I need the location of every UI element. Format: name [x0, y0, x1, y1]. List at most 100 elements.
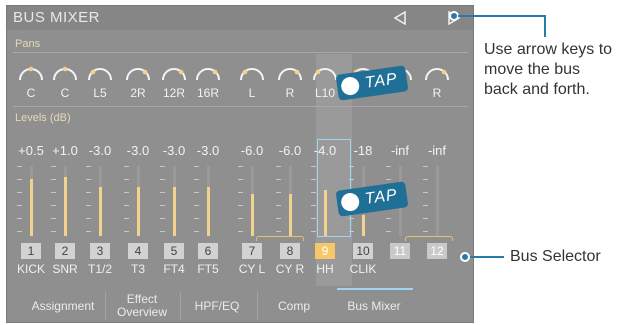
meter-tick [386, 231, 391, 232]
pan-value: L5 [93, 86, 107, 100]
bus-select-button[interactable]: 5 [164, 243, 184, 259]
pan-knob-icon[interactable] [275, 62, 305, 82]
meter-tick [160, 205, 165, 206]
bus-select-button[interactable]: 8 [280, 243, 300, 259]
tab-bus-mixer[interactable]: Bus Mixer [339, 288, 409, 324]
meter-tick [194, 192, 199, 193]
meter-scale [160, 166, 168, 236]
meter-tick [17, 218, 22, 219]
level-fader[interactable] [137, 166, 140, 236]
meter-scale [124, 166, 132, 236]
pan-knob-icon[interactable] [16, 62, 46, 82]
level-value: -3.0 [88, 143, 112, 158]
level-value: -6.0 [240, 143, 264, 158]
meter-tick [311, 218, 316, 219]
channel-name: T1/2 [87, 262, 112, 276]
pan-knob-icon[interactable] [237, 62, 267, 82]
meter-tick [238, 179, 243, 180]
bus-select-button[interactable]: 6 [198, 243, 218, 259]
pan-knob-icon[interactable] [123, 62, 153, 82]
pan-value: R [432, 86, 442, 100]
finger-dot-icon [340, 191, 361, 213]
meter-tick [51, 218, 56, 219]
level-value: -inf [390, 143, 410, 158]
level-value: +1.0 [52, 143, 78, 158]
meter-tick [238, 192, 243, 193]
meter-tick [423, 231, 428, 232]
meter-tick [386, 218, 391, 219]
level-fader[interactable] [30, 166, 33, 236]
pan-knob-icon[interactable] [422, 62, 452, 82]
meter-tick [276, 218, 281, 219]
tab-comp[interactable]: Comp [259, 288, 329, 324]
meter-tick [160, 218, 165, 219]
meter-tick [194, 205, 199, 206]
meter-tick [124, 205, 129, 206]
tab-effect-overview[interactable]: Effect Overview [107, 288, 177, 324]
level-fader-fill [64, 177, 67, 236]
channel-name: CY L [238, 262, 266, 276]
meter-tick [51, 231, 56, 232]
channel-name: HH [316, 262, 334, 276]
title-bar: BUS MIXER [7, 6, 473, 30]
arrow-keys-callout: Use arrow keys to move the bus back and … [484, 41, 613, 98]
tab-separator [180, 292, 181, 320]
level-fader-fill [207, 187, 210, 236]
bus-select-button[interactable]: 12 [427, 243, 447, 259]
tab-hpf-eq[interactable]: HPF/EQ [182, 288, 252, 324]
level-fader[interactable] [251, 166, 254, 236]
meter-scale [17, 166, 25, 236]
level-value: -3.0 [196, 143, 220, 158]
bus-mixer-panel: BUS MIXER Pans CCL52R12R16RLRL10LR Level… [6, 5, 474, 323]
meter-scale [51, 166, 59, 236]
pan-knob-icon[interactable] [193, 62, 223, 82]
meter-tick [311, 205, 316, 206]
pan-knob-icon[interactable] [50, 62, 80, 82]
pans-section-label: Pans [15, 38, 41, 50]
window-title: BUS MIXER [13, 9, 101, 26]
triangle-left-icon[interactable] [393, 11, 407, 25]
level-value: -6.0 [278, 143, 302, 158]
tap-label: TAP [363, 70, 399, 92]
bus-select-button[interactable]: 9 [315, 243, 335, 259]
bus-select-button[interactable]: 2 [55, 243, 75, 259]
bus-select-button[interactable]: 7 [242, 243, 262, 259]
meter-tick [423, 192, 428, 193]
level-fader[interactable] [207, 166, 210, 236]
bus-select-button[interactable]: 11 [390, 243, 410, 259]
bus-select-button[interactable]: 1 [21, 243, 41, 259]
meter-scale [86, 166, 94, 236]
pan-knob-icon[interactable] [85, 62, 115, 82]
level-fader[interactable] [436, 166, 439, 236]
meter-tick [311, 179, 316, 180]
meter-tick [17, 231, 22, 232]
meter-scale [194, 166, 202, 236]
level-fader[interactable] [289, 166, 292, 236]
meter-scale [423, 166, 431, 236]
levels-divider [13, 106, 468, 107]
bus-select-button[interactable]: 4 [128, 243, 148, 259]
selected-level-frame [317, 139, 351, 237]
meter-tick [86, 218, 91, 219]
tap-label: TAP [363, 186, 399, 208]
level-fader[interactable] [173, 166, 176, 236]
meter-tick [276, 179, 281, 180]
meter-scale [276, 166, 284, 236]
tab-assignment[interactable]: Assignment [23, 288, 103, 324]
meter-tick [51, 205, 56, 206]
channel-name: T3 [130, 262, 145, 276]
channel-name: FT4 [163, 262, 185, 276]
meter-tick [276, 205, 281, 206]
level-fader[interactable] [64, 166, 67, 236]
meter-tick [423, 179, 428, 180]
meter-tick [276, 192, 281, 193]
meter-tick [51, 166, 56, 167]
meter-tick [386, 179, 391, 180]
level-value: -inf [427, 143, 447, 158]
meter-tick [86, 205, 91, 206]
meter-tick [17, 179, 22, 180]
bus-select-button[interactable]: 3 [90, 243, 110, 259]
bus-select-button[interactable]: 10 [353, 243, 373, 259]
pan-knob-icon[interactable] [159, 62, 189, 82]
level-fader[interactable] [99, 166, 102, 236]
